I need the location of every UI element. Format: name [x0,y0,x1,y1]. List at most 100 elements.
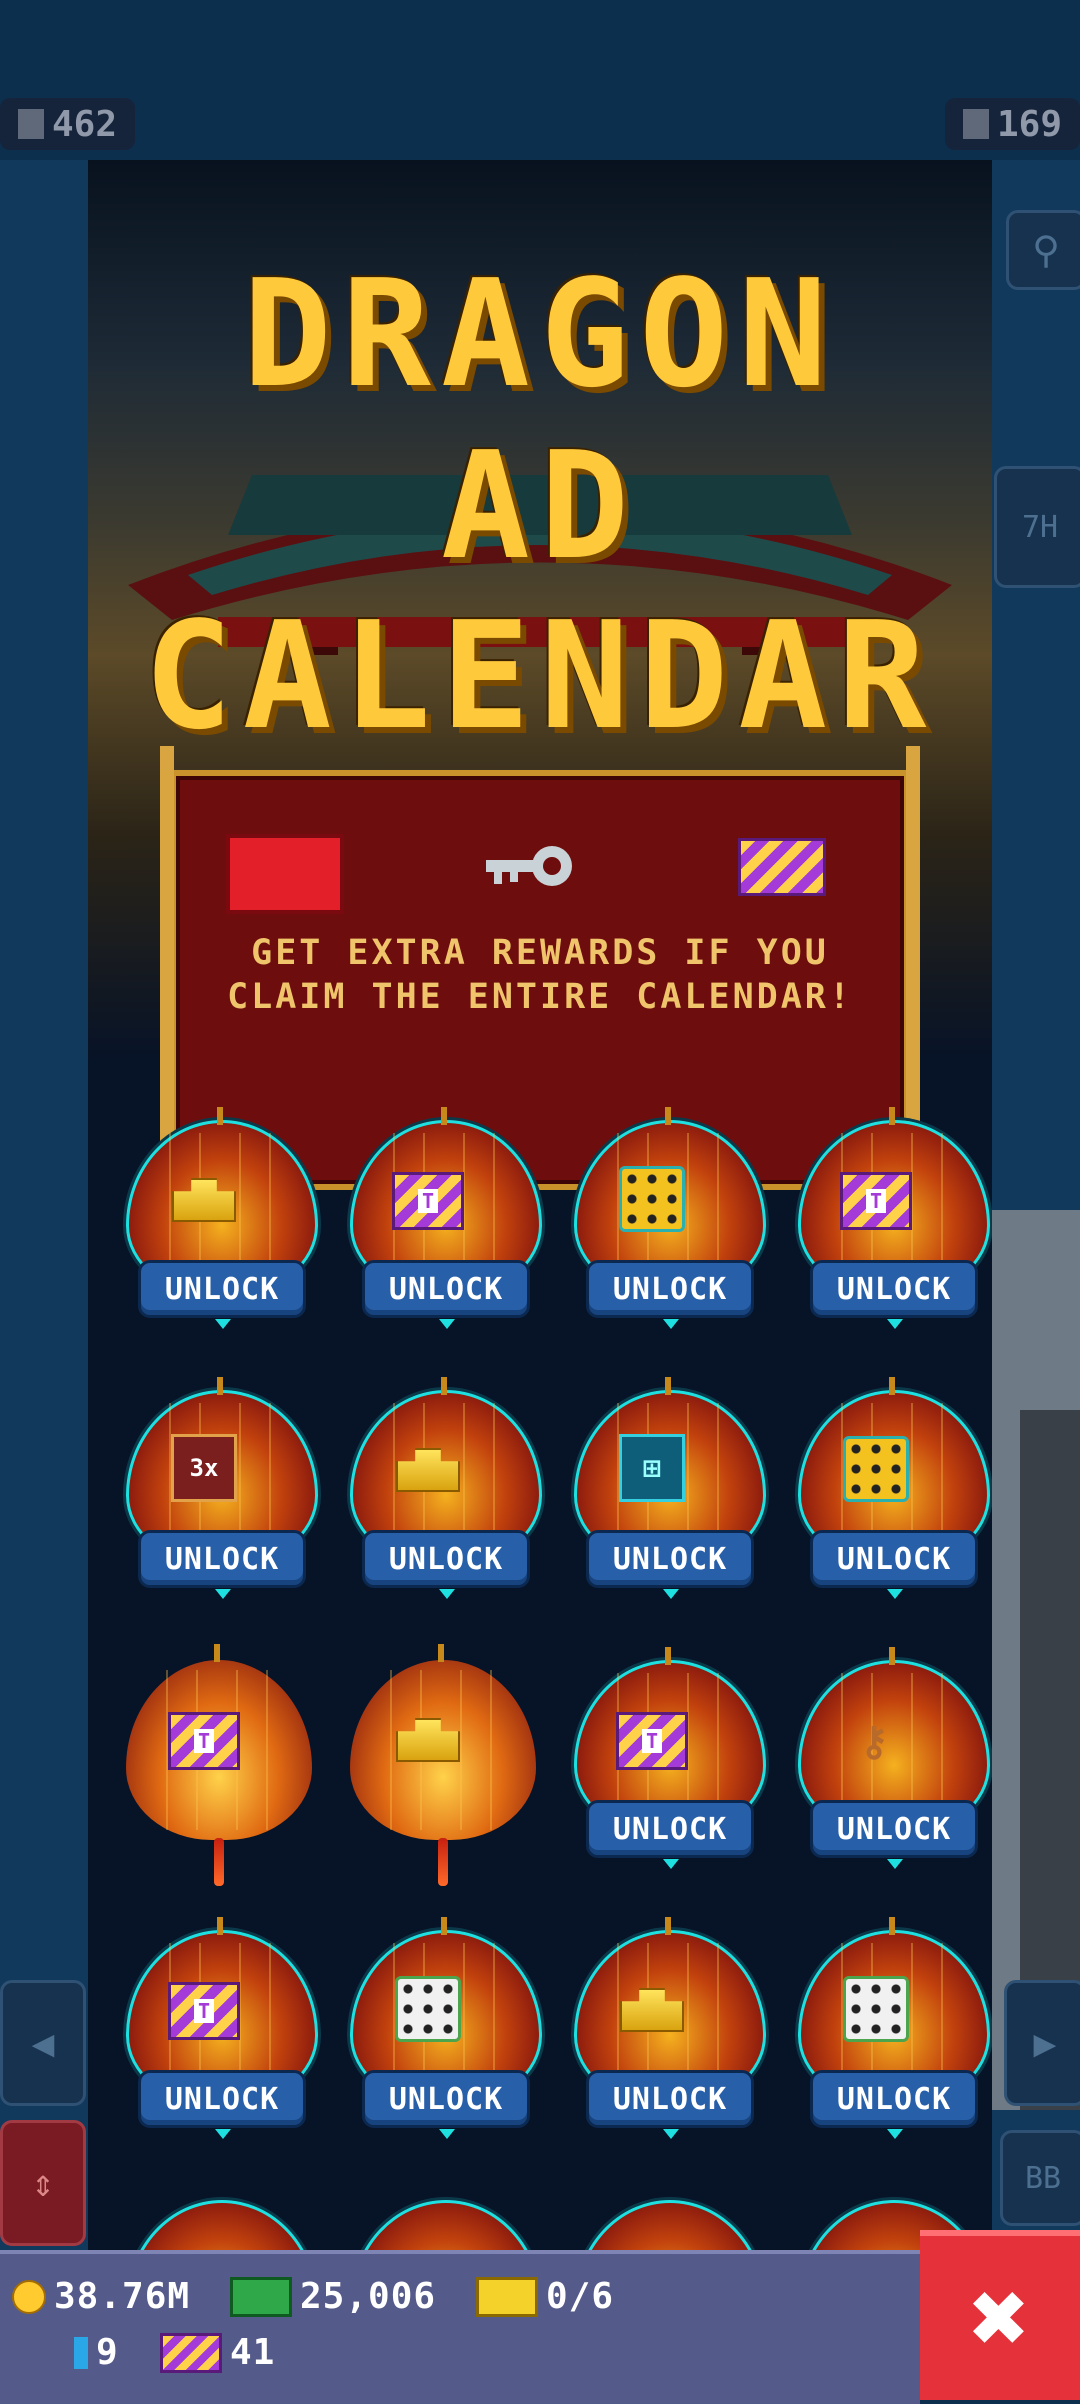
unlock-button[interactable]: UNLOCK [810,2070,978,2139]
chest-icon [226,834,344,914]
unlock-button[interactable]: UNLOCK [586,2070,754,2139]
lantern-top [889,1917,895,1935]
vip-ticket-icon: T [392,1172,464,1230]
lantern-top [441,1917,447,1935]
vip-ticket-icon [160,2332,222,2373]
calendar-day[interactable]: 3x UNLOCK [106,1377,330,1599]
lantern-tassel [438,1838,448,1886]
unlock-button[interactable]: UNLOCK [586,1800,754,1869]
lantern [126,2200,318,2250]
gems-value: 9 [96,2332,119,2373]
lantern-top [217,1107,223,1125]
unlock-button[interactable]: UNLOCK [362,1530,530,1599]
calendar-day[interactable]: UNLOCK [778,1917,992,2139]
calendar-day[interactable]: ⚷ UNLOCK [778,1647,992,1869]
title-line-1: DRAGON [242,248,838,420]
scroll-arrows-button[interactable]: ⇕ [0,2120,86,2246]
elevator-left-button[interactable]: ◀ [0,1980,86,2106]
banner-line-1: GET EXTRA REWARDS IF YOU [251,933,829,973]
coins-stat: 38.76M [12,2276,190,2317]
search-button[interactable]: ⚲ [1006,210,1080,290]
tickets-stat: 0/6 [476,2276,614,2317]
lantern-top [217,1917,223,1935]
side-tab-label: 7H [1021,509,1059,545]
lantern-top [217,1377,223,1395]
calendar-day[interactable]: UNLOCK [330,1917,554,2139]
lantern-top [665,1107,671,1125]
vip-ticket-icon: T [616,1712,688,1770]
dice-icon [619,1166,685,1232]
gems-stat: 9 [74,2332,119,2373]
calendar-day[interactable]: UNLOCK [106,1107,330,1329]
auto-icon: ⊞ [619,1434,685,1502]
lantern-top [665,1647,671,1665]
side-label-text: BB [1024,2160,1062,2196]
calendar-day[interactable]: UNLOCK [554,1917,778,2139]
calendar-panel: DRAGON AD CALENDAR GET EXTRA REWARDS IF … [88,160,992,2250]
floor-value: 169 [996,103,1062,145]
side-tab[interactable]: 7H [994,466,1080,588]
calendar-day-partial[interactable] [330,2200,554,2250]
lantern-top [889,1647,895,1665]
calendar-grid: UNLOCK T UNLOCK UNLOCK T UNLOCK 3x UNLOCK UNLOCK… [106,1107,990,2250]
vip-tickets-value: 41 [230,2332,276,2373]
calendar-day-partial[interactable] [554,2200,778,2250]
lantern-rib [390,1670,392,1830]
key-icon: ⚷ [859,1719,889,1765]
reward-banner-text: GET EXTRA REWARDS IF YOU CLAIM THE ENTIR… [176,931,904,1019]
lantern-top [889,1107,895,1125]
coin-icon [12,2279,46,2314]
lantern-top [889,1377,895,1395]
lantern-top [665,1377,671,1395]
elevator-right-button[interactable]: ▶ [1004,1980,1080,2106]
lantern-rib [266,1670,268,1830]
person-icon [18,109,44,139]
floor-counter: 169 [944,98,1080,150]
calendar-day[interactable]: UNLOCK [554,1107,778,1329]
unlock-button[interactable]: UNLOCK [810,1800,978,1869]
lantern [350,2200,542,2250]
lantern-tassel [214,1838,224,1886]
tickets-value: 0/6 [546,2276,615,2317]
background-left [0,160,88,2280]
unlock-button[interactable]: UNLOCK [138,1530,306,1599]
unlock-button[interactable]: UNLOCK [362,2070,530,2139]
key-icon [486,838,576,894]
ticket-letter-icon: T [865,1189,887,1213]
dice-icon [843,1976,909,2042]
lantern-rib [460,1670,462,1830]
unlock-button[interactable]: UNLOCK [362,1260,530,1329]
unlock-button[interactable]: UNLOCK [810,1530,978,1599]
unlock-button[interactable]: UNLOCK [810,1260,978,1329]
calendar-day-partial[interactable] [106,2200,330,2250]
ticket-letter-icon: T [193,1729,215,1753]
calendar-day [330,1644,554,1886]
side-label: BB [1000,2130,1080,2226]
vip-tickets-stat: 41 [160,2332,275,2373]
dice-icon [843,1436,909,1502]
calendar-day[interactable]: UNLOCK [330,1377,554,1599]
ticket-icon [738,838,826,896]
calendar-day[interactable]: UNLOCK [778,1377,992,1599]
close-button[interactable]: ✖ [920,2230,1080,2400]
ticket-letter-icon: T [641,1729,663,1753]
calendar-day[interactable]: T UNLOCK [106,1917,330,2139]
unlock-button[interactable]: UNLOCK [138,1260,306,1329]
calendar-day[interactable]: T UNLOCK [778,1107,992,1329]
unlock-button[interactable]: UNLOCK [586,1530,754,1599]
unlock-button[interactable]: UNLOCK [586,1260,754,1329]
calendar-day[interactable]: T UNLOCK [330,1107,554,1329]
arrow-left-icon: ◀ [31,2021,55,2065]
unlock-button[interactable]: UNLOCK [138,2070,306,2139]
calendar-day[interactable]: T UNLOCK [554,1647,778,1869]
building-icon [962,109,989,139]
lantern-top [438,1644,444,1662]
coins-value: 38.76M [54,2276,191,2317]
population-value: 462 [52,103,118,145]
calendar-day[interactable]: ⊞ UNLOCK [554,1377,778,1599]
title-line-3: CALENDAR [143,590,937,762]
vip-ticket-icon: T [168,1712,240,1770]
dice-icon [395,1976,461,2042]
lantern-top [214,1644,220,1662]
up-down-icon: ⇕ [31,2161,55,2205]
